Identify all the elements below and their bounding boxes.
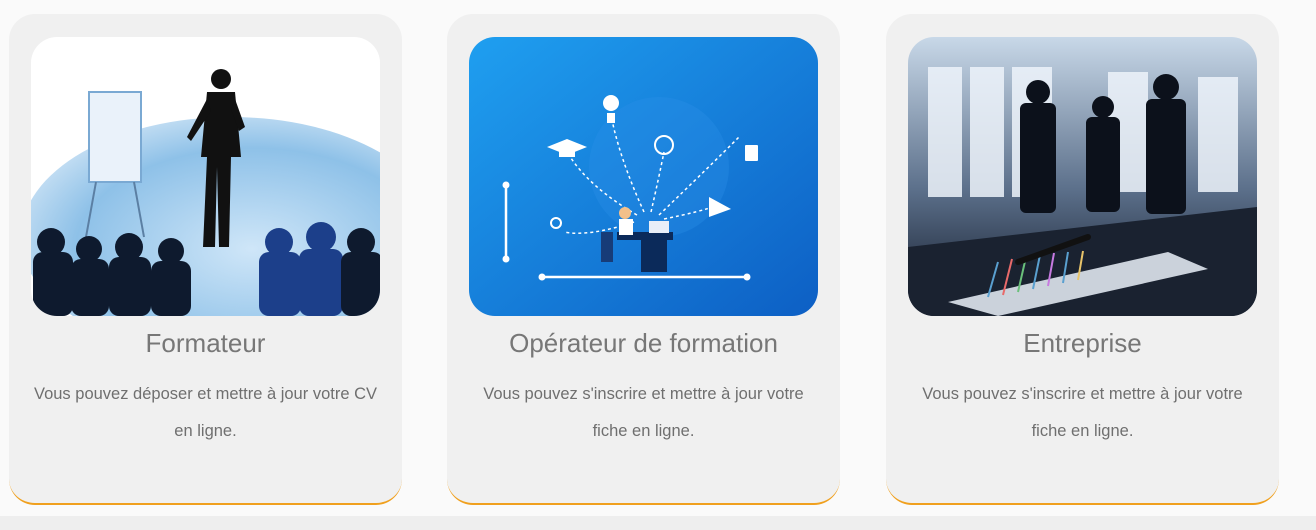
card-title[interactable]: Entreprise xyxy=(886,328,1279,359)
business-meeting-image xyxy=(908,37,1257,316)
card-title[interactable]: Opérateur de formation xyxy=(447,328,840,359)
page-bottom-strip xyxy=(0,516,1316,530)
card-description: Vous pouvez s'inscrire et mettre à jour … xyxy=(922,385,1243,440)
education-network-image xyxy=(469,37,818,316)
trainer-presenting-image xyxy=(31,37,380,316)
card-entreprise[interactable]: Entreprise Vous pouvez s'inscrire et met… xyxy=(886,14,1279,505)
card-title[interactable]: Formateur xyxy=(9,328,402,359)
card-description: Vous pouvez s'inscrire et mettre à jour … xyxy=(483,385,804,440)
card-formateur[interactable]: Formateur Vous pouvez déposer et mettre … xyxy=(9,14,402,505)
card-description: Vous pouvez déposer et mettre à jour vot… xyxy=(33,385,378,440)
card-grid: Formateur Vous pouvez déposer et mettre … xyxy=(0,14,1316,507)
card-operateur-de-formation[interactable]: Opérateur de formation Vous pouvez s'ins… xyxy=(447,14,840,505)
